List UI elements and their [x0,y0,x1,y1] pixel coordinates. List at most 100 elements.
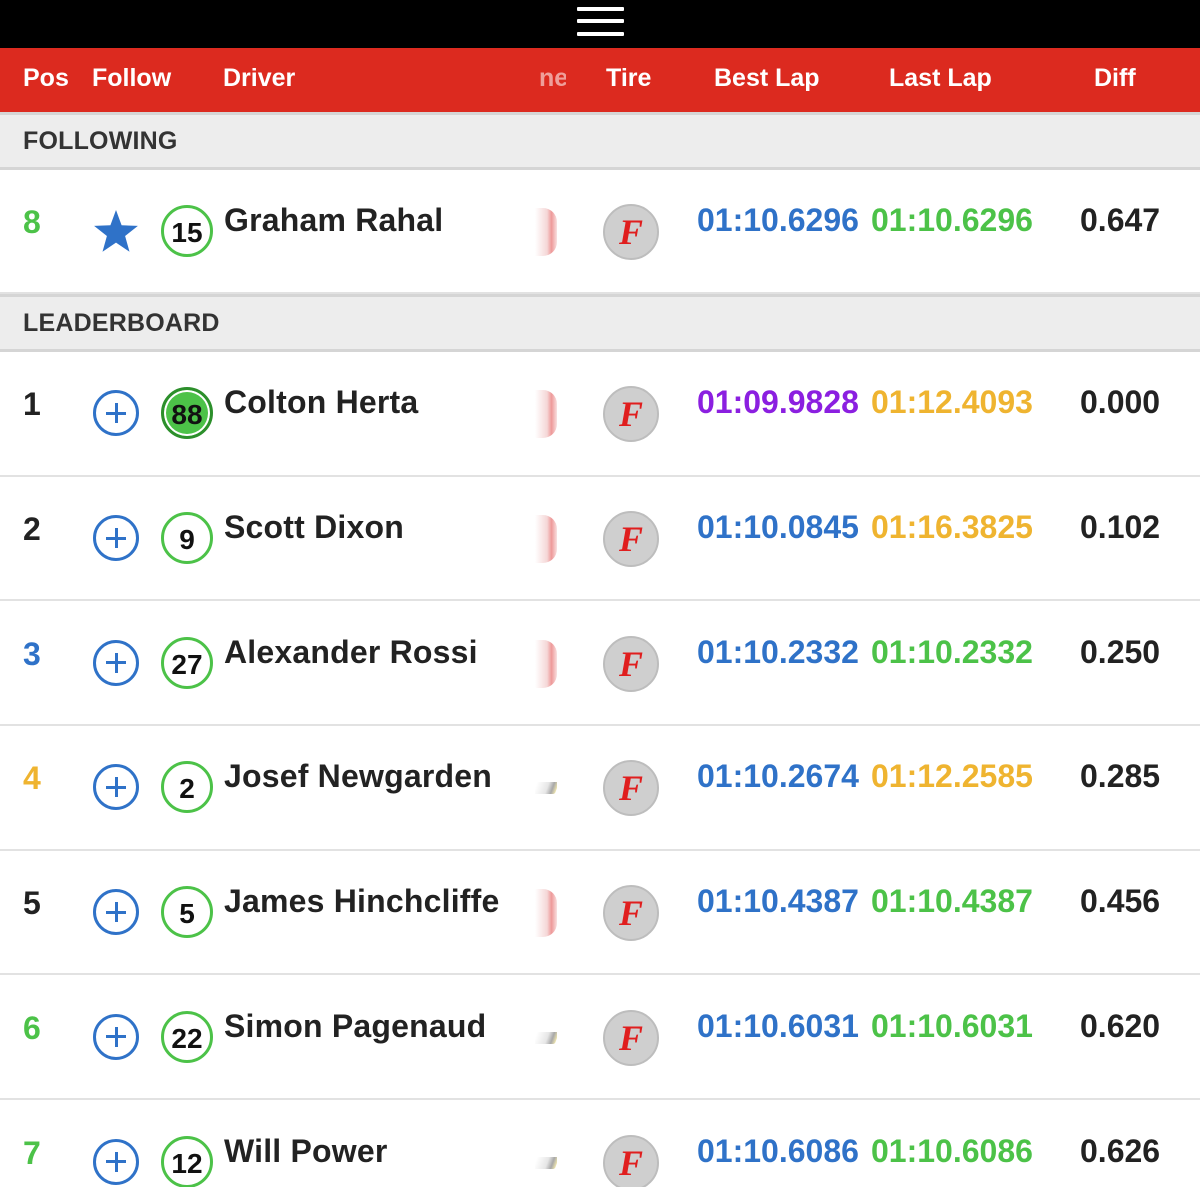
firestone-tire-icon: F [603,204,659,260]
best-lap-time: 01:09.9828 [697,384,859,421]
best-lap-time: 01:10.2332 [697,633,859,670]
time-indicator-icon [535,1153,557,1173]
gap-diff: 0.102 [1080,509,1161,546]
gap-diff: 0.250 [1080,633,1161,670]
firestone-tire-icon: F [603,511,659,568]
time-indicator-icon [535,639,557,688]
top-bar [0,0,1200,48]
position-number: 7 [23,1134,41,1171]
column-pos[interactable]: Pos [23,48,69,112]
column-driver[interactable]: Driver [223,48,295,112]
firestone-tire-icon: F [603,885,659,942]
car-number-badge: 2 [161,761,213,814]
unfollow-star-button[interactable] [93,208,139,254]
plus-circle-icon [93,889,139,936]
time-indicator-icon [535,515,557,564]
position-number: 2 [23,511,41,548]
time-indicator-icon [535,1028,557,1048]
driver-row[interactable]: 7 12 Will Power F 01:10.6086 01:10.6086 0.626 [0,1100,1200,1187]
position-number: 3 [23,635,41,672]
gap-diff: 0.456 [1080,883,1161,920]
last-lap-time: 01:10.2332 [871,633,1033,670]
follow-button[interactable] [93,889,139,936]
last-lap-time: 01:10.6296 [871,202,1033,238]
driver-row[interactable]: 1 88 Colton Herta F 01:09.9828 01:12.4093 0.00… [0,352,1200,477]
driver-row[interactable]: 3 27 Alexander Rossi F 01:10.2332 01:10.2332 0… [0,601,1200,727]
gap-diff: 0.620 [1080,1007,1161,1044]
plus-circle-icon [93,1138,139,1185]
car-number-badge: 12 [161,1135,213,1187]
car-number-badge: 88 [161,387,213,440]
time-indicator-icon [535,208,557,256]
follow-button[interactable] [93,639,139,686]
car-number-badge: 15 [161,205,213,257]
column-best-lap[interactable]: Best Lap [714,48,820,112]
car-number-badge: 22 [161,1010,213,1063]
driver-name: James Hinchcliffe [224,883,500,920]
driver-name: Josef Newgarden [224,758,492,795]
driver-row[interactable]: 2 9 Scott Dixon F 01:10.0845 01:16.3825 0.102 [0,477,1200,602]
driver-name: Alexander Rossi [224,633,478,670]
last-lap-time: 01:16.3825 [871,509,1033,546]
following-section-header: FOLLOWING [0,112,1200,170]
time-indicator-shape [535,208,557,256]
plus-circle-icon [93,1013,139,1060]
best-lap-time: 01:10.2674 [697,758,859,795]
follow-button[interactable] [93,1013,139,1060]
time-indicator-shape [535,639,557,688]
position-number: 4 [23,760,41,797]
firestone-tire-icon: F [603,1009,659,1066]
car-number-badge: 9 [161,512,213,565]
best-lap-time: 01:10.6031 [697,1007,859,1044]
driver-name: Will Power [224,1132,388,1169]
star-icon [93,208,139,254]
leaderboard-label: LEADERBOARD [23,309,220,337]
time-indicator-shape [535,1156,557,1169]
time-indicator-icon [535,390,557,439]
driver-name: Simon Pagenaud [224,1007,487,1044]
column-last-lap[interactable]: Last Lap [889,48,992,112]
gap-diff: 0.000 [1080,384,1161,421]
gap-diff: 0.647 [1080,202,1161,238]
hamburger-menu-icon[interactable] [577,5,624,37]
plus-circle-icon [93,390,139,437]
driver-name: Scott Dixon [224,509,404,546]
driver-row[interactable]: 4 2 Josef Newgarden F 01:10.2674 01:12.2585 0.… [0,726,1200,851]
last-lap-time: 01:12.2585 [871,758,1033,795]
following-label: FOLLOWING [23,127,178,155]
driver-name: Colton Herta [224,384,419,421]
follow-button[interactable] [93,764,139,811]
follow-button[interactable] [93,390,139,437]
best-lap-time: 01:10.6296 [697,202,859,238]
last-lap-time: 01:12.4093 [871,384,1033,421]
firestone-tire-icon: F [603,760,659,817]
gap-diff: 0.285 [1080,758,1161,795]
column-header: Pos Follow Driver ne Tire Best Lap Last … [0,48,1200,112]
time-indicator-shape [535,889,557,938]
follow-button[interactable] [93,1138,139,1185]
last-lap-time: 01:10.6086 [871,1132,1033,1169]
time-indicator-icon [535,889,557,938]
best-lap-time: 01:10.0845 [697,509,859,546]
follow-button[interactable] [93,515,139,562]
column-diff[interactable]: Diff [1094,48,1136,112]
best-lap-time: 01:10.4387 [697,883,859,920]
firestone-tire-icon: F [603,635,659,692]
position-number: 1 [23,386,41,423]
firestone-tire-icon: F [603,1134,659,1187]
car-number-badge: 27 [161,636,213,689]
plus-circle-icon [93,515,139,562]
column-follow[interactable]: Follow [92,48,171,112]
plus-circle-icon [93,764,139,811]
time-indicator-icon [535,778,557,798]
driver-row[interactable]: 8 15 Graham Rahal F 01:10.6296 01:10.6296 0.64… [0,170,1200,294]
driver-row[interactable]: 5 5 James Hinchcliffe F 01:10.4387 01:10.4387… [0,851,1200,976]
last-lap-time: 01:10.4387 [871,883,1033,920]
column-tire[interactable]: Tire [606,48,651,112]
driver-name: Graham Rahal [224,202,444,238]
position-number: 6 [23,1009,41,1046]
column-time-partial[interactable]: ne [539,48,566,112]
time-indicator-shape [535,515,557,564]
driver-row[interactable]: 6 22 Simon Pagenaud F 01:10.6031 01:10.6031 0.… [0,976,1200,1101]
car-number-badge: 5 [161,886,213,939]
